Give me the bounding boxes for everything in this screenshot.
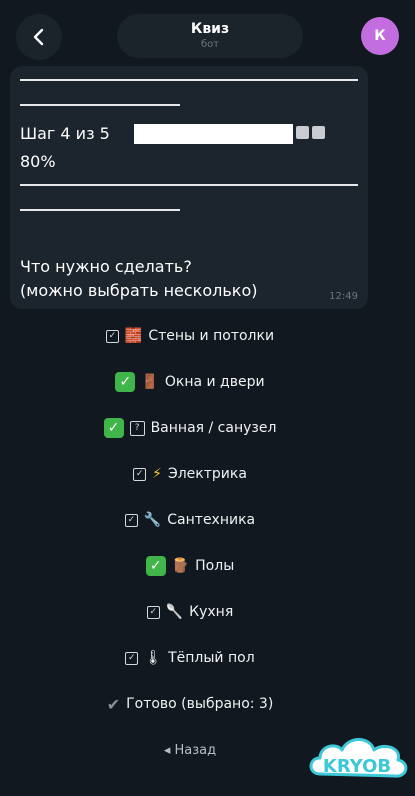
checkbox-icon: ✓ bbox=[105, 329, 119, 343]
step-label: Шаг 4 из 5 bbox=[20, 124, 110, 143]
chat-header: Квиз бот К bbox=[0, 0, 415, 66]
checkmark-icon: ✔ bbox=[106, 694, 121, 714]
option-windows[interactable]: ✓ 🚪 Окна и двери bbox=[0, 359, 380, 405]
bricks-icon: 🧱 bbox=[124, 328, 143, 344]
option-label: Стены и потолки bbox=[148, 328, 275, 344]
done-button[interactable]: ✔ Готово (выбрано: 3) bbox=[0, 681, 380, 727]
message-bubble: Шаг 4 из 5 80% Что нужно сделать? (можно… bbox=[10, 66, 368, 309]
checkmark-selected-icon: ✓ bbox=[115, 372, 136, 392]
avatar-letter: К bbox=[374, 28, 386, 44]
progress-percent: 80% bbox=[20, 152, 56, 171]
question-box-icon: ? bbox=[129, 420, 145, 436]
divider-mid-long bbox=[20, 184, 358, 186]
divider-mid-short bbox=[20, 209, 180, 211]
spoon-icon: 🥄 bbox=[165, 604, 184, 620]
chat-title-pill[interactable]: Квиз бот bbox=[117, 14, 303, 58]
option-kitchen[interactable]: ✓ 🥄 Кухня bbox=[0, 589, 380, 635]
avatar[interactable]: К bbox=[361, 17, 399, 55]
option-plumbing[interactable]: ✓ 🔧 Сантехника bbox=[0, 497, 380, 543]
progress-bar-filled bbox=[134, 124, 293, 144]
divider-top-long bbox=[20, 79, 358, 81]
back-label: ◂ Назад bbox=[163, 742, 217, 758]
checkbox-icon: ✓ bbox=[125, 651, 139, 665]
option-label: Ванная / санузел bbox=[150, 420, 277, 436]
progress-bar-empty-segment bbox=[296, 126, 309, 139]
option-electrics[interactable]: ✓ ⚡ Электрика bbox=[0, 451, 380, 497]
option-heated-floor[interactable]: ✓ 🌡 Тёплый пол bbox=[0, 635, 380, 681]
kryob-logo: KRYOB bbox=[309, 738, 408, 778]
message-time: 12:49 bbox=[329, 291, 358, 302]
option-walls[interactable]: ✓ 🧱 Стены и потолки bbox=[0, 313, 380, 359]
wood-icon: 🪵 bbox=[171, 558, 190, 574]
chat-title: Квиз bbox=[190, 21, 230, 37]
option-floors[interactable]: ✓ 🪵 Полы bbox=[0, 543, 380, 589]
back-button[interactable] bbox=[16, 14, 62, 60]
question-line: Что нужно сделать? bbox=[20, 257, 192, 276]
question-text: Что нужно сделать? (можно выбрать нескол… bbox=[20, 255, 320, 303]
checkbox-icon: ✓ bbox=[146, 605, 160, 619]
checkmark-selected-icon: ✓ bbox=[145, 556, 166, 576]
option-label: Окна и двери bbox=[164, 374, 265, 390]
question-hint: (можно выбрать несколько) bbox=[20, 281, 258, 300]
brand-text: KRYOB bbox=[323, 756, 391, 777]
wrench-icon: 🔧 bbox=[143, 512, 162, 528]
lightning-icon: ⚡ bbox=[152, 466, 162, 482]
option-label: Сантехника bbox=[167, 512, 256, 528]
chat-subtitle: бот bbox=[200, 39, 220, 50]
option-label: Электрика bbox=[167, 466, 247, 482]
checkbox-icon: ✓ bbox=[133, 467, 147, 481]
option-label: Тёплый пол bbox=[168, 650, 255, 666]
option-bathroom[interactable]: ✓ ? Ванная / санузел bbox=[0, 405, 380, 451]
option-label: Кухня bbox=[189, 604, 234, 620]
option-label: Полы bbox=[195, 558, 235, 574]
options-list: ✓ 🧱 Стены и потолки ✓ 🚪 Окна и двери ✓ ?… bbox=[0, 313, 380, 773]
checkbox-icon: ✓ bbox=[124, 513, 138, 527]
chevron-left-icon bbox=[33, 28, 44, 46]
checkmark-selected-icon: ✓ bbox=[103, 418, 124, 438]
progress-bar-empty-segment bbox=[312, 126, 325, 139]
divider-top-short bbox=[20, 104, 180, 106]
done-label: Готово (выбрано: 3) bbox=[126, 696, 274, 712]
door-icon: 🚪 bbox=[141, 374, 159, 390]
thermometer-icon: 🌡 bbox=[144, 650, 163, 666]
